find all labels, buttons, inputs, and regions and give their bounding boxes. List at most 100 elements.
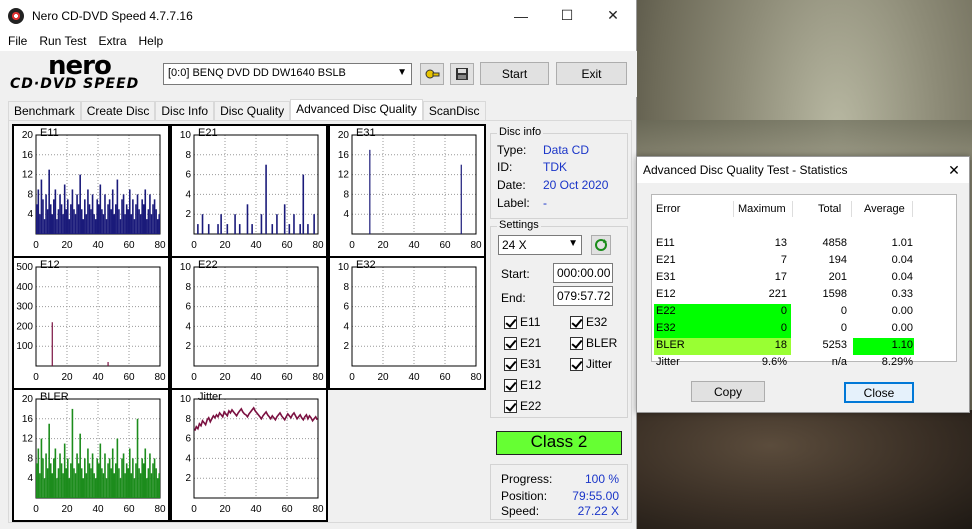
menu-help[interactable]: Help bbox=[133, 34, 170, 48]
average-cell: 0.00 bbox=[891, 305, 913, 317]
checkbox-label: BLER bbox=[586, 336, 618, 350]
tab-create-disc[interactable]: Create Disc bbox=[80, 101, 156, 121]
y-tick-label: 16 bbox=[338, 150, 350, 161]
tab-strip: Benchmark Create Disc Disc Info Disc Qua… bbox=[8, 99, 486, 121]
chart-title: E22 bbox=[198, 259, 218, 271]
total-cell: 201 bbox=[828, 271, 847, 283]
checkbox-icon bbox=[504, 378, 517, 392]
floppy-icon bbox=[456, 68, 468, 80]
checkbox-bler[interactable]: BLER bbox=[570, 336, 617, 350]
chart-title: E32 bbox=[356, 259, 376, 271]
label-value: - bbox=[543, 196, 547, 210]
x-tick-label: 20 bbox=[61, 372, 73, 383]
y-tick-label: 20 bbox=[338, 130, 350, 141]
main-window: Nero CD-DVD Speed 4.7.7.16 — ☐ ✕ File Ru… bbox=[0, 0, 637, 529]
x-tick-label: 0 bbox=[349, 240, 355, 251]
x-tick-label: 60 bbox=[123, 240, 135, 251]
exit-button[interactable]: Exit bbox=[556, 62, 627, 85]
y-tick-label: 2 bbox=[185, 341, 191, 352]
total-cell: n/a bbox=[831, 356, 847, 368]
tab-disc-info[interactable]: Disc Info bbox=[155, 101, 215, 121]
y-tick-label: 2 bbox=[185, 473, 191, 484]
error-cell: BLER bbox=[656, 339, 685, 351]
x-tick-label: 60 bbox=[123, 372, 135, 383]
refresh-icon bbox=[595, 239, 607, 251]
checkbox-label: E12 bbox=[520, 378, 542, 392]
error-cell: E31 bbox=[656, 271, 676, 283]
checkbox-icon bbox=[504, 315, 517, 329]
checkbox-e22[interactable]: E22 bbox=[504, 399, 541, 413]
close-icon[interactable]: ✕ bbox=[590, 0, 636, 31]
speed-value: 24 X bbox=[502, 238, 527, 252]
tab-scandisc[interactable]: ScanDisc bbox=[422, 101, 486, 121]
close-icon[interactable]: ✕ bbox=[939, 162, 969, 179]
checkbox-e11[interactable]: E11 bbox=[504, 315, 540, 329]
chevron-down-icon: ▼ bbox=[397, 67, 407, 78]
chart-e12: 100 200 300 400 500 0 20 40 60 80 E12 bbox=[12, 256, 170, 390]
table-row: E11 13 4858 1.01 bbox=[656, 236, 952, 253]
checkbox-e31[interactable]: E31 bbox=[504, 357, 541, 371]
y-tick-label: 10 bbox=[180, 262, 192, 273]
advanced-disc-quality-panel: 4 8 12 16 20 0 20 40 60 80 E11 2 4 6 8 10 0 20 40 60 80 E21 … bbox=[8, 120, 632, 523]
end-label: End: bbox=[501, 291, 526, 305]
window-buttons: — ☐ ✕ bbox=[498, 0, 636, 31]
average-cell: 1.10 bbox=[891, 339, 913, 351]
x-tick-label: 20 bbox=[219, 372, 231, 383]
start-button[interactable]: Start bbox=[480, 62, 549, 85]
table-row: E21 7 194 0.04 bbox=[656, 253, 952, 270]
checkbox-jitter[interactable]: Jitter bbox=[570, 357, 612, 371]
x-tick-label: 80 bbox=[312, 372, 324, 383]
chart-plot: 2 4 6 8 10 0 20 40 60 80 bbox=[180, 394, 324, 515]
start-value: 000:00.00 bbox=[557, 266, 611, 280]
drive-info-button[interactable] bbox=[420, 63, 444, 85]
y-tick-label: 12 bbox=[338, 170, 350, 181]
menu-bar: File Run Test Extra Help bbox=[0, 31, 636, 51]
maximize-icon[interactable]: ☐ bbox=[544, 0, 590, 31]
id-label: ID: bbox=[497, 160, 513, 174]
y-tick-label: 4 bbox=[185, 321, 191, 332]
copy-button[interactable]: Copy bbox=[691, 381, 765, 402]
x-tick-label: 40 bbox=[92, 372, 104, 383]
y-tick-label: 6 bbox=[185, 302, 191, 313]
y-tick-label: 12 bbox=[22, 170, 34, 181]
y-tick-label: 8 bbox=[27, 453, 33, 464]
y-tick-label: 8 bbox=[185, 414, 191, 425]
chart-e21: 2 4 6 8 10 0 20 40 60 80 E21 bbox=[170, 124, 328, 258]
chart-plot: 4 8 12 16 20 0 20 40 60 80 bbox=[338, 130, 482, 251]
maximum-cell: 221 bbox=[768, 288, 787, 300]
x-tick-label: 60 bbox=[281, 372, 293, 383]
speed-label: Speed: bbox=[501, 504, 540, 518]
y-tick-label: 4 bbox=[27, 209, 33, 220]
y-tick-label: 16 bbox=[22, 150, 34, 161]
speed-select[interactable]: 24 X ▼ bbox=[498, 235, 582, 255]
close-button[interactable]: Close bbox=[844, 382, 914, 403]
tab-benchmark[interactable]: Benchmark bbox=[8, 101, 81, 121]
x-tick-label: 80 bbox=[154, 504, 166, 515]
id-value: TDK bbox=[543, 160, 567, 174]
checkbox-e12[interactable]: E12 bbox=[504, 378, 541, 392]
y-tick-label: 8 bbox=[27, 189, 33, 200]
chart-title: E11 bbox=[40, 127, 59, 139]
checkbox-e32[interactable]: E32 bbox=[570, 315, 607, 329]
menu-extra[interactable]: Extra bbox=[92, 34, 132, 48]
y-tick-label: 100 bbox=[16, 341, 33, 352]
menu-file[interactable]: File bbox=[2, 34, 33, 48]
drive-select[interactable]: [0:0] BENQ DVD DD DW1640 BSLB ▼ bbox=[163, 63, 412, 85]
save-button[interactable] bbox=[450, 63, 474, 85]
y-tick-label: 6 bbox=[185, 434, 191, 445]
checkbox-label: Jitter bbox=[586, 357, 613, 371]
progress-label: Progress: bbox=[501, 472, 553, 486]
error-cell: Jitter bbox=[656, 356, 680, 368]
refresh-speed-button[interactable] bbox=[591, 235, 611, 255]
tab-disc-quality[interactable]: Disc Quality bbox=[214, 101, 291, 121]
menu-run-test[interactable]: Run Test bbox=[33, 34, 92, 48]
total-cell: 5253 bbox=[822, 339, 847, 351]
start-input[interactable]: 000:00.00 bbox=[553, 263, 613, 283]
checkbox-e21[interactable]: E21 bbox=[504, 336, 541, 350]
tab-advanced-disc-quality[interactable]: Advanced Disc Quality bbox=[290, 99, 423, 121]
x-tick-label: 60 bbox=[439, 372, 451, 383]
minimize-icon[interactable]: — bbox=[498, 0, 544, 31]
end-input[interactable]: 079:57.72 bbox=[553, 286, 613, 306]
checkbox-label: E21 bbox=[520, 336, 542, 350]
y-tick-label: 20 bbox=[22, 130, 34, 141]
